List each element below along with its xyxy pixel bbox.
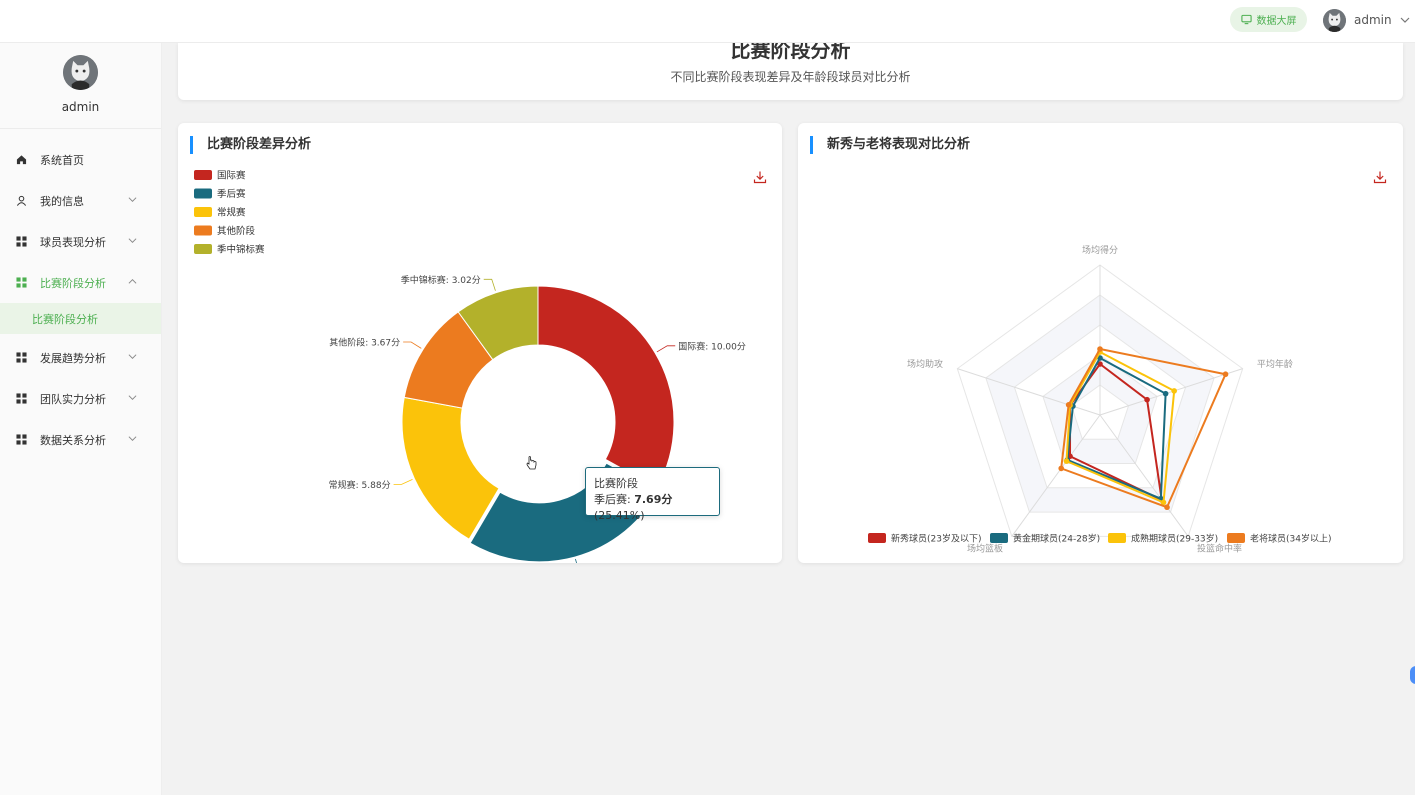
legend-swatch [194, 244, 212, 254]
radar-point [1063, 458, 1070, 464]
monitor-icon [1240, 14, 1252, 25]
radar-point [1164, 504, 1170, 511]
chevron-down-icon [128, 436, 137, 442]
sidebar-item-trend-analysis[interactable]: 发展趋势分析 [0, 337, 161, 378]
sidebar-item-label: 数据关系分析 [40, 433, 106, 447]
cat-avatar-icon [63, 55, 98, 90]
data-screen-label: 数据大屏 [1256, 16, 1297, 27]
grid-icon [16, 236, 27, 247]
radar-chart: 场均得分平均年龄投篮命中率场均篮板场均助攻新秀球员(23岁及以下) 黄金期球员(2… [868, 244, 1331, 554]
submenu-item-stage-analysis[interactable]: 比赛阶段分析 [0, 303, 161, 334]
data-screen-button[interactable]: 数据大屏 [1230, 7, 1307, 32]
grid-icon [16, 434, 27, 445]
radar-indicator-label: 平均年龄 [1257, 358, 1293, 370]
grid-icon [16, 352, 27, 363]
legend-swatch [1227, 533, 1245, 543]
sidebar-item-player-performance[interactable]: 球员表现分析 [0, 221, 161, 262]
home-icon [16, 154, 27, 165]
sidebar-item-label: 团队实力分析 [40, 392, 106, 406]
label-line [403, 341, 422, 349]
chevron-down-icon [128, 238, 137, 244]
radar-point [1144, 396, 1150, 403]
sidebar-item-team-strength[interactable]: 团队实力分析 [0, 378, 161, 419]
legend-label: 季中锦标赛 [217, 244, 265, 256]
tooltip-title: 比赛阶段 [594, 477, 638, 490]
sidebar-item-label: 系统首页 [40, 153, 84, 167]
sidebar-user: admin [0, 43, 161, 129]
sidebar-item-stage-analysis[interactable]: 比赛阶段分析 [0, 262, 161, 303]
legend-label: 常规赛 [217, 207, 246, 219]
radar-point [1058, 465, 1065, 472]
legend-label: 成熟期球员(29-33岁) [1131, 533, 1218, 545]
radar-point [1222, 371, 1229, 378]
chevron-up-icon [128, 278, 137, 284]
chevron-down-icon [128, 197, 137, 203]
radar-point [1097, 346, 1103, 352]
grid-icon [16, 393, 27, 404]
label-line [483, 278, 496, 291]
radar-point [1065, 402, 1072, 408]
top-header: 数据大屏 admin [0, 0, 1415, 43]
avatar [1323, 8, 1346, 32]
user-icon [16, 195, 27, 206]
slice-label: 季中锦标赛: 3.02分 [401, 274, 481, 286]
floating-action-edge[interactable] [1410, 666, 1415, 684]
cat-avatar-icon [1323, 8, 1346, 32]
submenu-item-label: 比赛阶段分析 [32, 312, 98, 326]
sidebar: admin 系统首页 我的信息 球员表现分析 比赛阶段分析 比赛阶段分析 发展趋… [0, 43, 162, 795]
donut-slice [537, 285, 675, 489]
grid-icon [16, 277, 27, 288]
legend-swatch [194, 170, 212, 180]
tooltip-series-name: 季后赛 [594, 493, 627, 506]
legend-label: 黄金期球员(24-28岁) [1013, 533, 1100, 545]
user-dropdown[interactable]: admin [1323, 7, 1410, 33]
page-subtitle: 不同比赛阶段表现差异及年龄段球员对比分析 [670, 70, 911, 84]
sidebar-item-my-info[interactable]: 我的信息 [0, 180, 161, 221]
chevron-down-icon [128, 354, 137, 360]
slice-label: 常规赛: 5.88分 [329, 479, 391, 491]
legend-label: 新秀球员(23岁及以下) [891, 533, 981, 545]
legend-swatch [194, 207, 212, 217]
legend-swatch [194, 188, 212, 199]
top-user-name: admin [1354, 13, 1392, 27]
page-header-card: 比赛阶段分析 不同比赛阶段表现差异及年龄段球员对比分析 [178, 43, 1403, 100]
sidebar-item-label: 球员表现分析 [40, 235, 106, 249]
label-line [656, 345, 676, 353]
legend-label: 季后赛 [217, 188, 246, 200]
rookie-veteran-card: 新秀与老将表现对比分析 场均得分 平均年龄 投篮命中率 场均篮板 场均助攻 新秀球员(23… [798, 123, 1403, 563]
sidebar-item-label: 比赛阶段分析 [40, 276, 106, 290]
radar-point [1171, 388, 1177, 394]
legend-label: 其他阶段 [217, 225, 256, 237]
legend-swatch [990, 533, 1008, 543]
page-title: 比赛阶段分析 [730, 43, 851, 62]
mouse-pointer-icon [526, 456, 537, 470]
sidebar-menu: 系统首页 我的信息 球员表现分析 比赛阶段分析 比赛阶段分析 发展趋势分析 团队… [0, 129, 161, 460]
radar-point [1162, 390, 1169, 397]
avatar [63, 55, 98, 90]
slice-label: 国际赛: 10.00分 [678, 340, 746, 352]
sidebar-item-label: 发展趋势分析 [40, 351, 106, 365]
sidebar-item-label: 我的信息 [40, 194, 84, 208]
sidebar-user-name: admin [61, 100, 100, 114]
tooltip-percent: (25.41%) [594, 509, 645, 522]
legend-label: 老将球员(34岁以上) [1250, 533, 1331, 545]
sidebar-item-data-relation[interactable]: 数据关系分析 [0, 419, 161, 460]
tooltip-value-row: 季后赛: 7.69分 (25.41%) [594, 493, 673, 522]
radar-indicator-label: 场均得分 [1082, 244, 1118, 256]
legend-swatch [194, 225, 212, 236]
radar-indicator-label: 场均助攻 [907, 358, 943, 370]
legend-label: 国际赛 [217, 170, 246, 182]
legend-swatch [1108, 533, 1126, 543]
chart-tooltip: 比赛阶段 季后赛: 7.69分 (25.41%) [585, 467, 720, 522]
sidebar-item-home[interactable]: 系统首页 [0, 139, 161, 180]
chevron-down-icon [128, 395, 137, 401]
chevron-down-icon [1400, 17, 1410, 23]
label-line [393, 479, 413, 485]
label-line [575, 558, 577, 563]
tooltip-value: 7.69分 [634, 493, 673, 506]
slice-label: 其他阶段: 3.67分 [329, 336, 400, 348]
legend-swatch [868, 533, 886, 543]
